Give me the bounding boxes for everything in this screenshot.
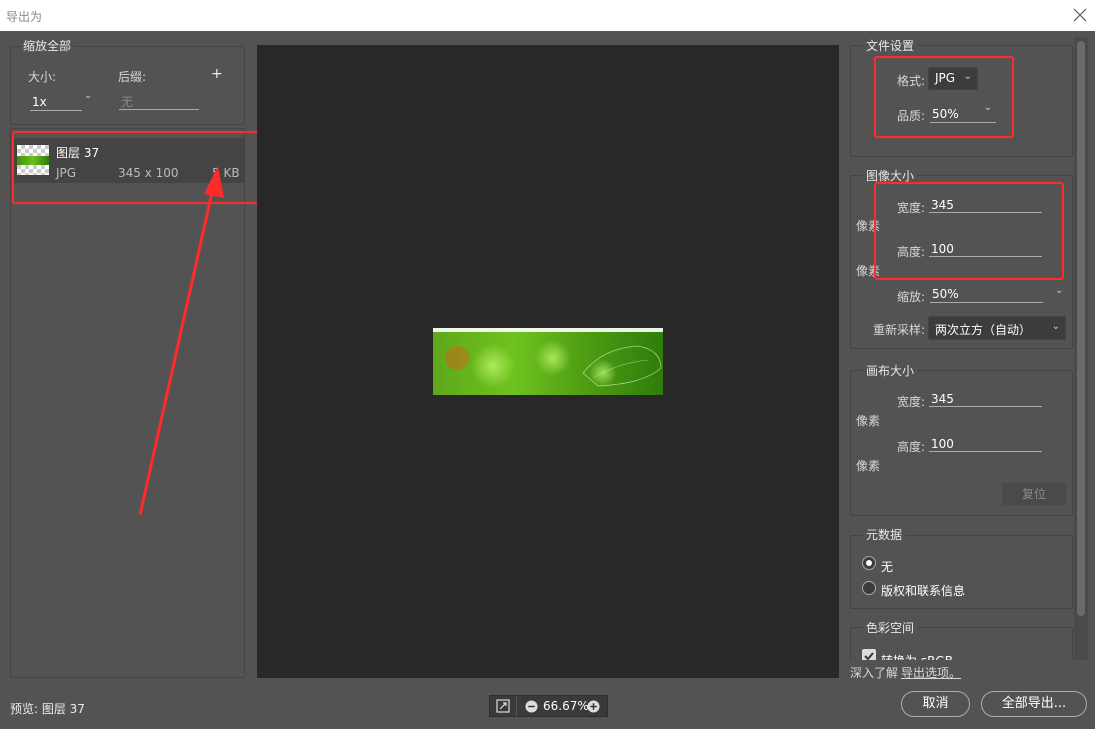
height-label: 高度: bbox=[897, 245, 926, 259]
add-scale-icon[interactable]: + bbox=[211, 66, 223, 82]
chevron-down-icon: ⌄ bbox=[1051, 321, 1060, 332]
metadata-copyright-label[interactable]: 版权和联系信息 bbox=[881, 582, 965, 599]
close-icon[interactable] bbox=[1071, 6, 1089, 24]
metadata-none-label[interactable]: 无 bbox=[881, 558, 893, 575]
layer-filesize: 5 KB bbox=[212, 166, 240, 180]
size-label: 大小: bbox=[28, 70, 57, 84]
width-label: 宽度: bbox=[897, 201, 926, 215]
zoom-bar: 66.67% bbox=[489, 695, 608, 717]
export-options-link[interactable]: 导出选项。 bbox=[901, 664, 961, 681]
learn-more-text: 深入了解 bbox=[850, 666, 899, 680]
layer-format: JPG bbox=[56, 166, 77, 180]
quality-select[interactable]: 50% ⌄ bbox=[930, 102, 996, 123]
layer-name: 图层 37 bbox=[56, 146, 100, 160]
format-select[interactable]: JPG ⌄ bbox=[928, 67, 978, 90]
export-all-button-label: 全部导出... bbox=[1001, 696, 1067, 711]
canvas-width-input[interactable] bbox=[929, 391, 1042, 407]
convert-srgb-label[interactable]: 转换为 sRGB bbox=[881, 652, 953, 660]
quality-label: 品质: bbox=[897, 109, 926, 123]
layer-thumbnail bbox=[17, 145, 49, 175]
quality-value: 50% bbox=[932, 107, 959, 121]
scale-select[interactable]: 1x bbox=[30, 94, 82, 111]
image-size-title: 图像大小 bbox=[863, 167, 918, 184]
chevron-down-icon[interactable]: ⌄ bbox=[84, 91, 94, 101]
canvas-height-input[interactable] bbox=[929, 436, 1042, 452]
convert-srgb-checkbox[interactable] bbox=[862, 649, 876, 660]
color-space-clip: 色彩空间 转换为 sRGB bbox=[850, 615, 1074, 660]
preview-image bbox=[433, 328, 663, 395]
width-unit: 像素 bbox=[856, 219, 881, 233]
scrollbar-thumb[interactable] bbox=[1077, 41, 1085, 616]
image-height-input[interactable] bbox=[929, 241, 1042, 257]
height-unit: 像素 bbox=[856, 264, 881, 278]
reset-button[interactable]: 复位 bbox=[1002, 483, 1066, 505]
zoom-value: 66.67% bbox=[543, 699, 589, 713]
format-label: 格式: bbox=[897, 74, 926, 88]
canvas-size-title: 画布大小 bbox=[863, 362, 918, 379]
canvas-width-unit: 像素 bbox=[856, 414, 881, 428]
checkmark-icon bbox=[864, 652, 874, 660]
color-space-title: 色彩空间 bbox=[863, 619, 918, 636]
cancel-button[interactable]: 取消 bbox=[901, 691, 970, 717]
canvas-width-label: 宽度: bbox=[897, 395, 926, 409]
resample-select[interactable]: 两次立方（自动） ⌄ bbox=[928, 316, 1066, 340]
metadata-none-radio[interactable] bbox=[862, 556, 876, 570]
preview-status: 预览: 图层 37 bbox=[10, 702, 85, 716]
fit-view-icon[interactable] bbox=[496, 699, 510, 713]
chevron-down-icon: ⌄ bbox=[983, 102, 992, 113]
resample-value: 两次立方（自动） bbox=[935, 323, 1032, 337]
zoom-out-icon[interactable] bbox=[525, 700, 538, 713]
chevron-down-icon: ⌄ bbox=[963, 71, 972, 82]
reset-button-label: 复位 bbox=[1021, 487, 1046, 501]
image-scale-select[interactable]: 50% bbox=[930, 286, 1043, 303]
file-settings-title: 文件设置 bbox=[863, 37, 918, 54]
file-settings-group bbox=[850, 45, 1073, 157]
image-width-input[interactable] bbox=[929, 197, 1042, 213]
scale-all-title: 缩放全部 bbox=[20, 37, 75, 54]
chevron-down-icon[interactable]: ⌄ bbox=[1055, 286, 1065, 296]
metadata-copyright-radio[interactable] bbox=[862, 581, 876, 595]
window-title: 导出为 bbox=[6, 10, 43, 24]
suffix-input[interactable] bbox=[119, 94, 199, 110]
metadata-title: 元数据 bbox=[863, 526, 906, 543]
suffix-label: 后缀: bbox=[118, 70, 147, 84]
format-select-value: JPG bbox=[935, 71, 956, 85]
image-scale-value: 50% bbox=[932, 287, 959, 301]
canvas-height-label: 高度: bbox=[897, 440, 926, 454]
scale-label: 缩放: bbox=[897, 290, 926, 304]
scale-select-value: 1x bbox=[32, 95, 47, 109]
cancel-button-label: 取消 bbox=[922, 696, 949, 711]
preview-canvas bbox=[257, 45, 839, 678]
scale-all-group bbox=[10, 46, 245, 125]
zoom-divider bbox=[516, 696, 517, 716]
zoom-in-icon[interactable] bbox=[587, 700, 600, 713]
layer-dimensions: 345 x 100 bbox=[118, 166, 179, 180]
settings-scrollbar[interactable] bbox=[1074, 37, 1088, 660]
canvas-height-unit: 像素 bbox=[856, 459, 881, 473]
layer-item[interactable]: 图层 37 JPG 345 x 100 5 KB bbox=[14, 138, 244, 183]
layer-list bbox=[10, 128, 245, 678]
export-all-button[interactable]: 全部导出... bbox=[981, 691, 1087, 717]
resample-label: 重新采样: bbox=[873, 323, 926, 337]
title-bar: 导出为 bbox=[0, 0, 1095, 31]
